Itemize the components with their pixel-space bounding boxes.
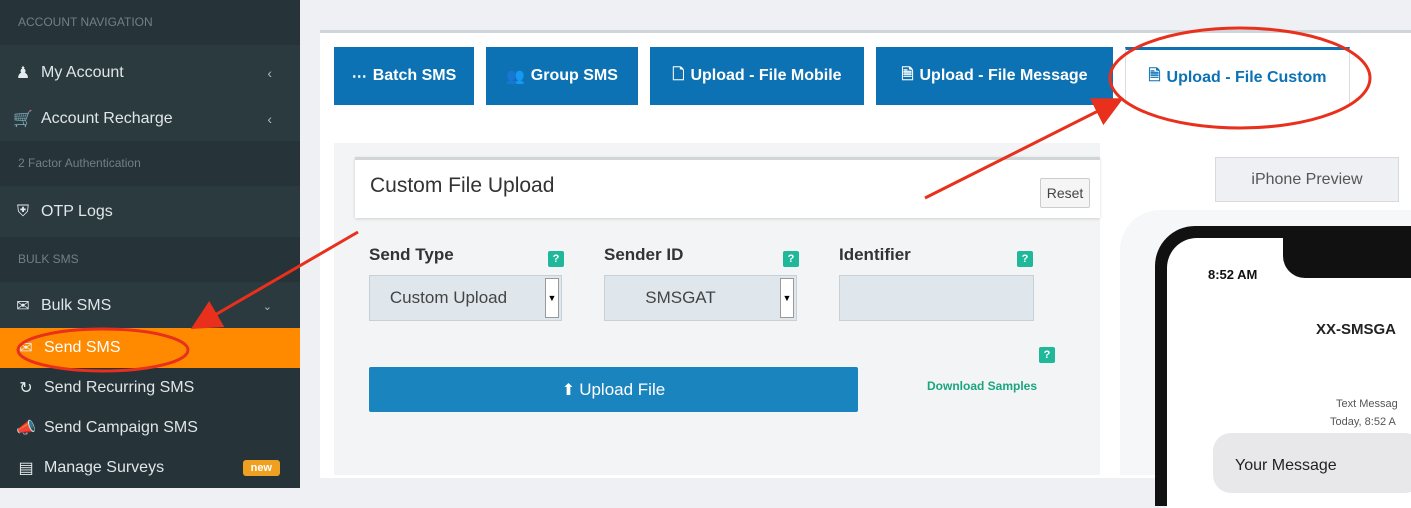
shield-icon: ⛨ [16,203,29,220]
tab-upload-file-message[interactable]: 🗎 Upload - File Message [876,47,1113,105]
message-timestamp: Today, 8:52 A [1330,416,1396,428]
tab-batch-sms[interactable]: ⋯ Batch SMS [334,47,474,105]
iphone-preview-tab[interactable]: iPhone Preview [1215,157,1399,202]
reset-button[interactable]: Reset [1040,178,1090,208]
chevron-down-icon: ⌄ [262,300,272,313]
phone-notch [1283,238,1411,278]
dropdown-arrow-icon: ▼ [545,278,559,318]
sidebar-item-send-recurring[interactable]: ↻ Send Recurring SMS [0,368,300,408]
sidebar-item-account-recharge[interactable]: 🛒 Account Recharge ‹ [0,96,300,142]
download-samples-link[interactable]: Download Samples [927,379,1037,393]
send-type-value: Custom Upload [389,288,508,307]
identifier-input[interactable] [839,275,1034,321]
identifier-label: Identifier [839,245,911,264]
upload-icon: ⬆ [561,381,576,399]
message-type: Text Messag [1336,398,1398,410]
sidebar-item-my-account[interactable]: ♟ My Account ‹ [0,50,300,96]
sidebar-item-send-campaign[interactable]: 📣 Send Campaign SMS [0,408,300,448]
phone-time: 8:52 AM [1208,267,1258,282]
chevron-left-icon: ‹ [267,111,272,127]
section-account-navigation: ACCOUNT NAVIGATION [0,0,300,45]
download-help-icon[interactable]: ? [1039,347,1055,363]
bullhorn-icon: 📣 [16,420,36,437]
sidebar-item-manage-surveys[interactable]: ▤ Manage Surveys new [0,448,300,488]
send-type-select[interactable]: Custom Upload ▼ [369,275,562,321]
identifier-help-icon[interactable]: ? [1017,251,1033,267]
sidebar-item-send-sms[interactable]: ✉ Send SMS [0,328,300,368]
sidebar-item-otp-logs[interactable]: ⛨ OTP Logs [0,189,300,235]
chevron-left-icon: ‹ [267,65,272,81]
sidebar-item-label: Manage Surveys [44,459,165,476]
sidebar: ACCOUNT NAVIGATION ♟ My Account ‹ 🛒 Acco… [0,0,300,488]
send-type-label: Send Type [369,245,454,264]
custom-file-upload-card: Custom File Upload Reset [355,157,1100,218]
tab-upload-file-mobile[interactable]: 🗋 Upload - File Mobile [650,47,864,105]
users-icon: 👥 [506,68,525,85]
tab-label: Batch SMS [372,67,457,84]
user-icon: ♟ [15,65,31,82]
tab-group-sms[interactable]: 👥 Group SMS [486,47,638,105]
envelope-open-icon: ✉ [19,340,33,357]
tab-label: Upload - File Custom [1166,68,1327,86]
section-2fa: 2 Factor Authentication [0,141,300,186]
tab-label: Upload - File Mobile [690,67,842,84]
sidebar-item-label: Bulk SMS [41,297,112,314]
upload-label: Upload File [579,379,666,399]
sender-id-label: Sender ID [604,245,684,264]
sidebar-item-bulk-sms[interactable]: ✉ Bulk SMS ⌄ [0,283,300,329]
upload-file-button[interactable]: ⬆ Upload File [369,367,858,412]
sidebar-item-label: Account Recharge [41,110,173,127]
sender-id-help-icon[interactable]: ? [783,251,799,267]
cart-icon: 🛒 [13,111,33,128]
send-type-help-icon[interactable]: ? [548,251,564,267]
sidebar-item-label: My Account [41,64,124,81]
sender-id-value: SMSGAT [645,288,716,307]
tab-upload-file-custom[interactable]: 🗎 Upload - File Custom [1125,47,1350,105]
word-file-icon: 🗎 [901,65,914,83]
refresh-icon: ↻ [19,380,33,397]
dots-icon: ⋯ [351,68,367,85]
tab-label: Group SMS [530,67,618,84]
phone-contact: XX-SMSGA [1316,321,1397,338]
sidebar-item-label: Send Recurring SMS [44,379,195,396]
dropdown-arrow-icon: ▼ [780,278,794,318]
list-icon: ▤ [18,460,34,477]
message-text: Your Message [1235,457,1337,474]
file-icon: 🗋 [672,65,685,83]
sidebar-item-label: OTP Logs [41,203,113,220]
sidebar-item-label: Send SMS [44,339,121,356]
sender-id-select[interactable]: SMSGAT ▼ [604,275,797,321]
code-file-icon: 🗎 [1148,67,1161,84]
envelope-icon: ✉ [16,298,30,315]
section-bulk-sms: BULK SMS [0,237,300,282]
sidebar-item-label: Send Campaign SMS [44,419,198,436]
new-badge: new [242,460,280,476]
tab-label: Upload - File Message [919,67,1088,84]
card-title: Custom File Upload [370,174,555,197]
